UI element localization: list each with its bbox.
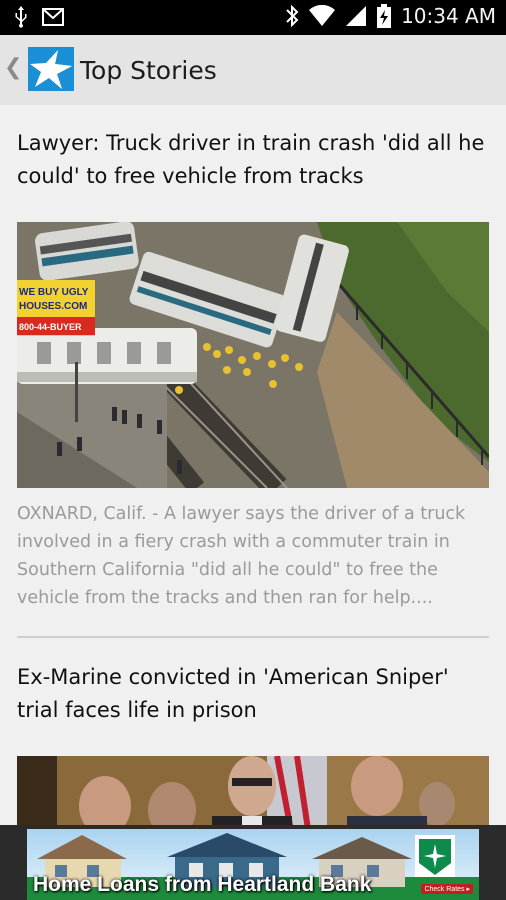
heartland-logo-icon [415,835,455,877]
usb-icon [15,6,27,28]
battery-charging-icon [377,4,392,28]
ad-banner[interactable]: Home Loans from Heartland Bank Check Rat… [0,825,506,900]
story-1-image[interactable]: WE BUY UGLY HOUSES.COM 800-44-BUYER [17,222,489,488]
ad-cta-button[interactable]: Check Rates ▸ [421,884,473,894]
story-list[interactable]: Lawyer: Truck driver in train crash 'did… [0,105,506,825]
signal-icon [346,6,367,26]
app-bar: ❮ Top Stories [0,35,506,105]
bluetooth-icon [286,4,299,28]
wifi-icon [309,5,336,26]
clock: 10:34 AM [401,4,496,28]
story-summary[interactable]: OXNARD, Calif. - A lawyer says the drive… [17,500,489,612]
story-headline[interactable]: Ex-Marine convicted in 'American Sniper'… [17,661,489,727]
billboard-text-2: HOUSES.COM [19,301,87,312]
app-logo-icon[interactable] [28,47,74,91]
story-1-headline-block[interactable]: Lawyer: Truck driver in train crash 'did… [17,127,489,193]
train-crash-photo: WE BUY UGLY HOUSES.COM 800-44-BUYER [17,222,489,488]
page-title: Top Stories [80,56,217,85]
story-divider [17,636,489,638]
story-2-image[interactable] [17,756,489,825]
courtroom-photo [17,756,489,825]
ad-headline[interactable]: Home Loans from Heartland Bank [33,873,371,897]
billboard-text-3: 800-44-BUYER [19,322,82,332]
story-2-headline-block[interactable]: Ex-Marine convicted in 'American Sniper'… [17,661,489,727]
gmail-icon [42,8,64,26]
status-bar: 10:34 AM [0,0,506,35]
story-headline[interactable]: Lawyer: Truck driver in train crash 'did… [17,127,489,193]
back-icon[interactable]: ❮ [4,55,22,80]
billboard-text-1: WE BUY UGLY [19,287,89,298]
ad-creative[interactable]: Home Loans from Heartland Bank Check Rat… [27,829,479,900]
